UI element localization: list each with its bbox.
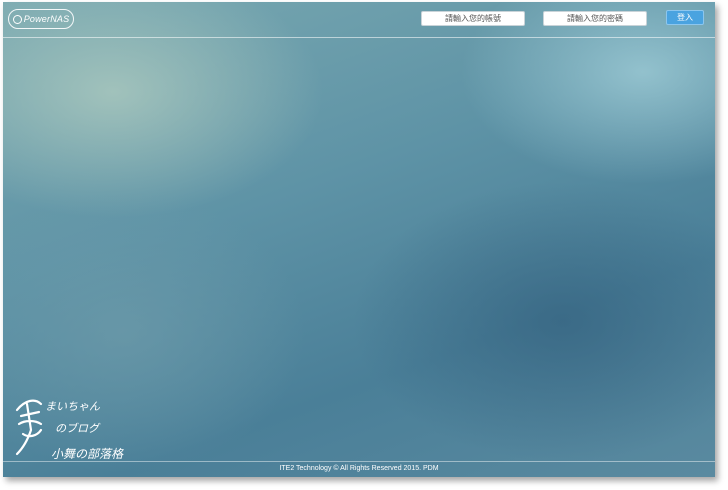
- top-bar: PowerNAS 登入: [3, 2, 715, 38]
- mai-character-icon: [15, 399, 43, 456]
- footer-copyright: ITE2 Technology © All Rights Reserved 20…: [279, 465, 439, 472]
- watermark-line-1: まいちゃん: [45, 400, 101, 413]
- password-input[interactable]: [543, 11, 647, 26]
- blog-watermark: まいちゃん のブログ 小舞の部落格: [15, 399, 124, 461]
- watermark-line-2: のブログ: [55, 422, 101, 435]
- login-page: PowerNAS 登入 ITE2 Technology © All Rights…: [3, 2, 715, 477]
- powernas-logo: PowerNAS: [8, 9, 74, 29]
- account-input[interactable]: [421, 11, 525, 26]
- logo-text: PowerNAS: [23, 14, 70, 24]
- login-button[interactable]: 登入: [666, 10, 704, 25]
- footer-divider: [3, 461, 715, 462]
- watermark-line-3: 小舞の部落格: [51, 447, 124, 461]
- logo-mark-icon: [12, 14, 22, 24]
